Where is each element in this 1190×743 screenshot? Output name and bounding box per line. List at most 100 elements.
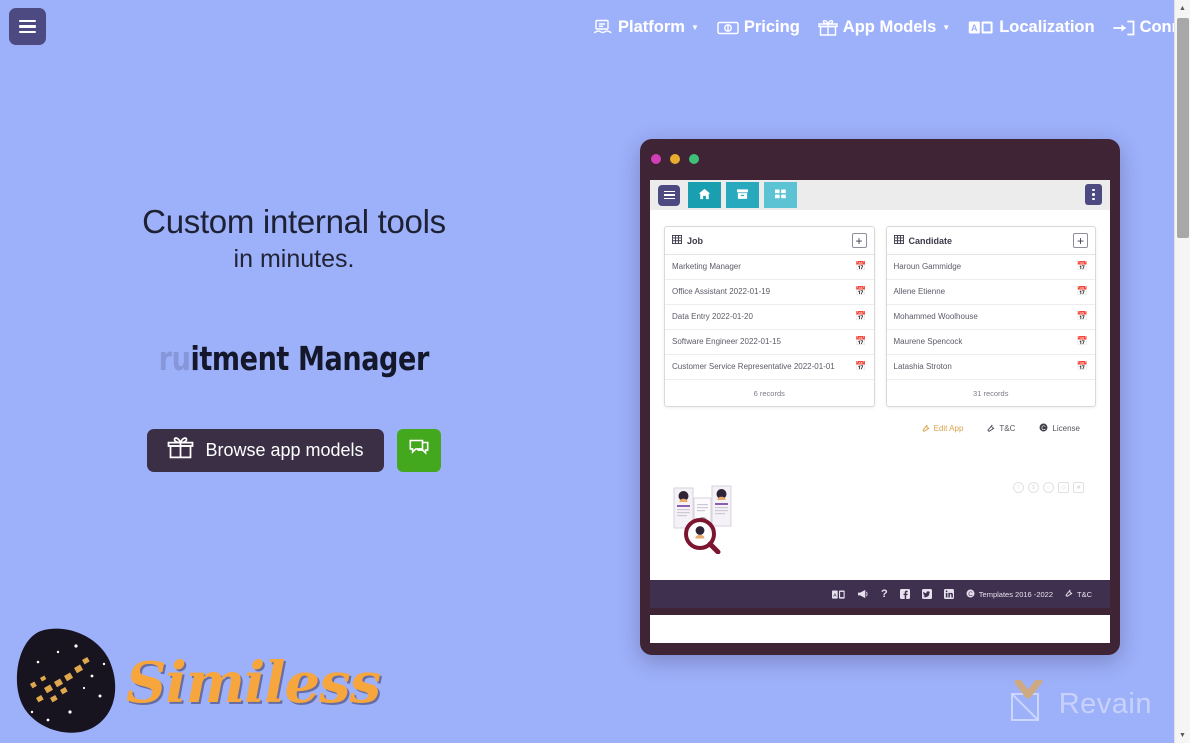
facebook-icon[interactable]	[899, 589, 910, 599]
calendar-icon[interactable]: 📅	[1077, 311, 1088, 321]
calendar-icon[interactable]: 📅	[1077, 261, 1088, 271]
record-label: Haroun Gammidge	[893, 262, 962, 271]
copyright-label: Templates 2016 -2022	[978, 589, 1053, 599]
dollar-icon[interactable]: $	[1028, 482, 1039, 493]
facebook-icon[interactable]: f	[1013, 482, 1024, 493]
nav-item-connect[interactable]: Connect	[1112, 18, 1174, 37]
nav-item-app-models[interactable]: App Models ▼	[818, 18, 950, 37]
record-row[interactable]: Maurene Spencock 📅	[886, 330, 1095, 355]
search-icon[interactable]: ◎	[1058, 482, 1069, 493]
app-bottom-strip	[650, 615, 1110, 643]
gift-box-icon	[818, 19, 838, 37]
page-viewport: Platform ▼ Pricing App Models ▼ A Locali…	[0, 0, 1174, 743]
edit-app-link[interactable]: Edit App	[921, 423, 964, 434]
calendar-icon[interactable]: 📅	[855, 261, 866, 271]
similess-logo[interactable]: Similess	[14, 624, 381, 741]
window-minimize-button[interactable]	[670, 154, 680, 164]
calendar-icon[interactable]: 📅	[1077, 286, 1088, 296]
megaphone-icon[interactable]	[857, 589, 869, 599]
help-icon[interactable]: ?	[881, 588, 888, 600]
breadcrumb-item-archive[interactable]	[726, 182, 759, 208]
calendar-icon[interactable]: 📅	[855, 311, 866, 321]
panel-title: Job	[687, 235, 704, 246]
app-footer-terms-link[interactable]: T&C	[1065, 589, 1092, 599]
faint-icon-cluster: f $ ○ ◎ ■	[650, 434, 1110, 493]
breadcrumb-item-home[interactable]	[688, 182, 721, 208]
hero-typed-visible: itment Manager	[190, 339, 430, 379]
record-panels: Job + Marketing Manager 📅 Office Assista…	[650, 210, 1110, 407]
hero-section: Custom internal tools in minutes. ruitme…	[0, 204, 588, 472]
platform-icon	[593, 19, 613, 37]
record-row[interactable]: Customer Service Representative 2022-01-…	[665, 355, 874, 380]
app-overflow-menu-button[interactable]	[1085, 184, 1102, 205]
record-row[interactable]: Mohammed Woolhouse 📅	[886, 305, 1095, 330]
nav-label: Platform	[618, 18, 685, 36]
hero-typed-headline: ruitment Manager	[159, 339, 430, 379]
pricing-icon	[717, 20, 739, 36]
record-label: Office Assistant 2022-01-19	[672, 287, 771, 296]
app-footer-bar: A ? C Templates 2016 -2022 T&C	[650, 580, 1110, 608]
svg-text:A: A	[833, 592, 837, 598]
calendar-icon[interactable]: 📅	[1077, 361, 1088, 371]
hero-subtitle: in minutes.	[233, 244, 355, 273]
record-label: Maurene Spencock	[893, 337, 963, 346]
menu-icon-bar	[663, 197, 675, 200]
chevron-down-icon: ▼	[942, 23, 951, 32]
app-mockup-window: Job + Marketing Manager 📅 Office Assista…	[640, 139, 1120, 655]
browse-app-models-button[interactable]: Browse app models	[147, 428, 384, 472]
wrench-icon	[1065, 589, 1073, 599]
svg-text:C: C	[968, 590, 973, 597]
nav-item-pricing[interactable]: Pricing	[717, 18, 800, 37]
chat-icon[interactable]: ○	[1043, 482, 1054, 493]
record-row[interactable]: Data Entry 2022-01-20 📅	[665, 305, 874, 330]
scrollbar-thumb[interactable]	[1177, 18, 1189, 238]
copyleft-icon: C	[1039, 423, 1048, 434]
calendar-icon[interactable]: 📅	[855, 336, 866, 346]
hamburger-menu-button[interactable]	[9, 8, 46, 45]
more-vertical-icon-dot	[1092, 193, 1095, 196]
scroll-up-arrow-icon[interactable]: ▲	[1175, 0, 1190, 16]
record-row[interactable]: Latashia Stroton 📅	[886, 355, 1095, 380]
panel-add-record-button[interactable]: +	[851, 233, 867, 248]
record-row[interactable]: Office Assistant 2022-01-19 📅	[665, 280, 874, 305]
record-label: Mohammed Woolhouse	[893, 312, 978, 321]
twitter-icon[interactable]	[921, 589, 932, 599]
app-action-links: Edit App T&C C License	[650, 407, 1110, 434]
calendar-icon[interactable]: 📅	[855, 286, 866, 296]
panel-header-left: Job	[672, 235, 703, 246]
menu-icon-bar	[663, 190, 675, 193]
record-row[interactable]: Allene Etienne 📅	[886, 280, 1095, 305]
calendar-icon[interactable]: 📅	[1077, 336, 1088, 346]
record-row[interactable]: Marketing Manager 📅	[665, 255, 874, 280]
terms-label: T&C	[999, 424, 1016, 433]
window-close-button[interactable]	[651, 154, 661, 164]
stamp-icon[interactable]: ■	[1073, 482, 1084, 493]
linkedin-icon[interactable]	[943, 589, 954, 599]
terms-link[interactable]: T&C	[987, 423, 1015, 434]
scroll-down-arrow-icon[interactable]: ▼	[1175, 727, 1190, 743]
panel-add-record-button[interactable]: +	[1073, 233, 1088, 248]
gift-box-icon	[167, 436, 194, 465]
license-link[interactable]: C License	[1039, 423, 1080, 434]
app-menu-button[interactable]	[658, 184, 680, 206]
revain-wordmark: Revain	[1058, 688, 1152, 720]
panel-candidate: Candidate + Haroun Gammidge 📅 Allene Eti…	[885, 226, 1096, 407]
menu-icon-bar	[663, 194, 675, 196]
edit-app-label: Edit App	[933, 424, 964, 433]
calendar-icon[interactable]: 📅	[855, 361, 866, 371]
chat-button[interactable]	[396, 428, 441, 472]
window-maximize-button[interactable]	[689, 154, 699, 164]
page-scrollbar[interactable]: ▲ ▼	[1174, 0, 1190, 743]
record-row[interactable]: Haroun Gammidge 📅	[886, 255, 1095, 280]
nav-item-localization[interactable]: A Localization	[968, 18, 1095, 37]
panel-title: Candidate	[908, 235, 953, 246]
nav-item-platform[interactable]: Platform ▼	[593, 18, 699, 37]
breadcrumb-item-grid[interactable]	[764, 182, 797, 208]
more-vertical-icon-dot	[1092, 188, 1095, 192]
localization-icon[interactable]: A	[832, 589, 845, 599]
window-controls	[651, 154, 699, 164]
app-copyright[interactable]: C Templates 2016 -2022	[966, 589, 1053, 600]
localization-icon: A	[968, 20, 994, 35]
grid-icon	[774, 188, 787, 203]
record-row[interactable]: Software Engineer 2022-01-15 📅	[665, 330, 874, 355]
